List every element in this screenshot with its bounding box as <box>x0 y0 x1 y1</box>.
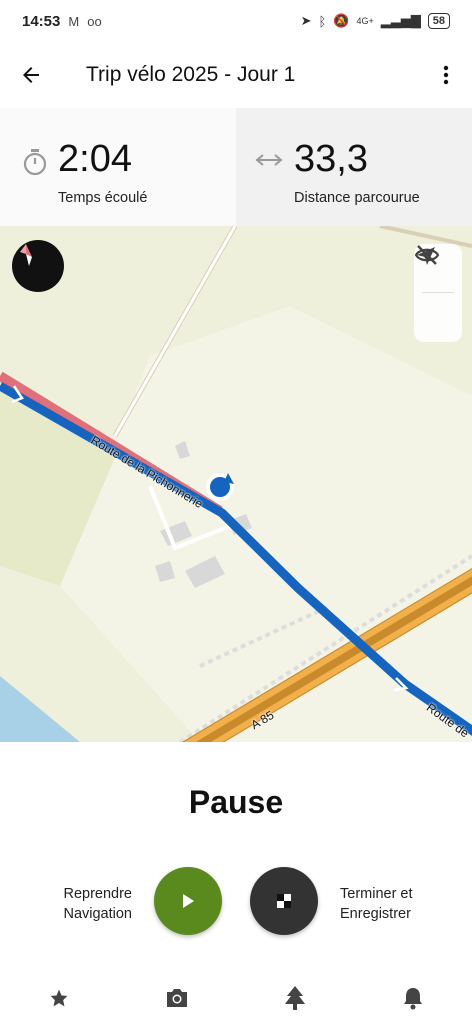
compass-button[interactable] <box>12 240 64 292</box>
app-bar: Trip vélo 2025 - Jour 1 <box>0 42 472 108</box>
eye-off-icon <box>414 245 440 265</box>
camera-icon <box>167 989 187 1007</box>
nav-notifications[interactable] <box>383 972 443 1024</box>
voicemail-icon: oo <box>87 13 102 29</box>
finish-flag-icon <box>277 894 291 908</box>
map-canvas[interactable] <box>0 226 472 742</box>
nav-favorites[interactable] <box>29 972 89 1024</box>
more-vert-icon <box>443 65 449 85</box>
bottom-navigation <box>0 972 472 1024</box>
finish-label-line2: Enregistrer <box>340 906 411 922</box>
resume-navigation-label: Reprendre Navigation <box>63 884 132 924</box>
arrow-left-icon <box>23 67 39 83</box>
status-time: 14:53 <box>22 12 61 30</box>
status-left: 14:53 M oo <box>22 13 102 30</box>
elapsed-time-label: Temps écoulé <box>58 190 148 206</box>
resume-button[interactable] <box>154 867 222 935</box>
page-title: Trip vélo 2025 - Jour 1 <box>86 63 296 86</box>
elapsed-time-value: 2:04 <box>58 138 132 180</box>
elapsed-time-stat: 2:04 Temps écoulé <box>0 108 236 226</box>
network-type: 4G+ <box>356 16 374 26</box>
status-bar: 14:53 M oo ➤ ᛒ 🔕 4G+ ▂▃▅▇ 58 <box>0 0 472 42</box>
pause-title: Pause <box>188 784 284 820</box>
trip-stats: 2:04 Temps écoulé 33,3 Distance parcouru… <box>0 108 472 226</box>
gmail-icon: M <box>68 13 80 29</box>
stopwatch-icon <box>23 149 47 176</box>
controls-divider <box>422 292 454 294</box>
bluetooth-icon: ᛒ <box>318 13 327 29</box>
location-icon: ➤ <box>300 13 312 28</box>
mute-icon: 🔕 <box>333 13 350 28</box>
distance-value: 33,3 <box>294 138 368 180</box>
battery-indicator: 58 <box>427 13 450 29</box>
star-icon <box>50 989 68 1007</box>
distance-stat: 33,3 Distance parcourue <box>236 108 472 226</box>
distance-arrows-icon <box>255 154 283 166</box>
nav-camera[interactable] <box>147 972 207 1024</box>
tree-icon <box>285 986 305 1010</box>
more-options-button[interactable] <box>420 42 472 108</box>
finish-save-button[interactable] <box>250 867 318 935</box>
signal-icon: ▂▃▅▇ <box>380 13 421 28</box>
finish-label-line1: Terminer et <box>340 886 413 902</box>
back-button[interactable] <box>0 42 62 108</box>
compass-needle-icon <box>20 244 32 266</box>
map-view[interactable]: Route de la Pichonnerie Route de A 85 <box>0 226 472 742</box>
finish-save-label: Terminer et Enregistrer <box>340 884 413 924</box>
resume-label-line1: Reprendre <box>63 886 132 902</box>
status-right: ➤ ᛒ 🔕 4G+ ▂▃▅▇ 58 <box>301 13 450 29</box>
play-icon <box>183 894 194 908</box>
nav-trails[interactable] <box>265 972 325 1024</box>
resume-label-line2: Navigation <box>63 906 132 922</box>
distance-label: Distance parcourue <box>294 190 420 206</box>
bell-icon <box>404 988 422 1010</box>
hide-layer-button[interactable] <box>414 245 458 339</box>
map-controls <box>414 244 462 342</box>
